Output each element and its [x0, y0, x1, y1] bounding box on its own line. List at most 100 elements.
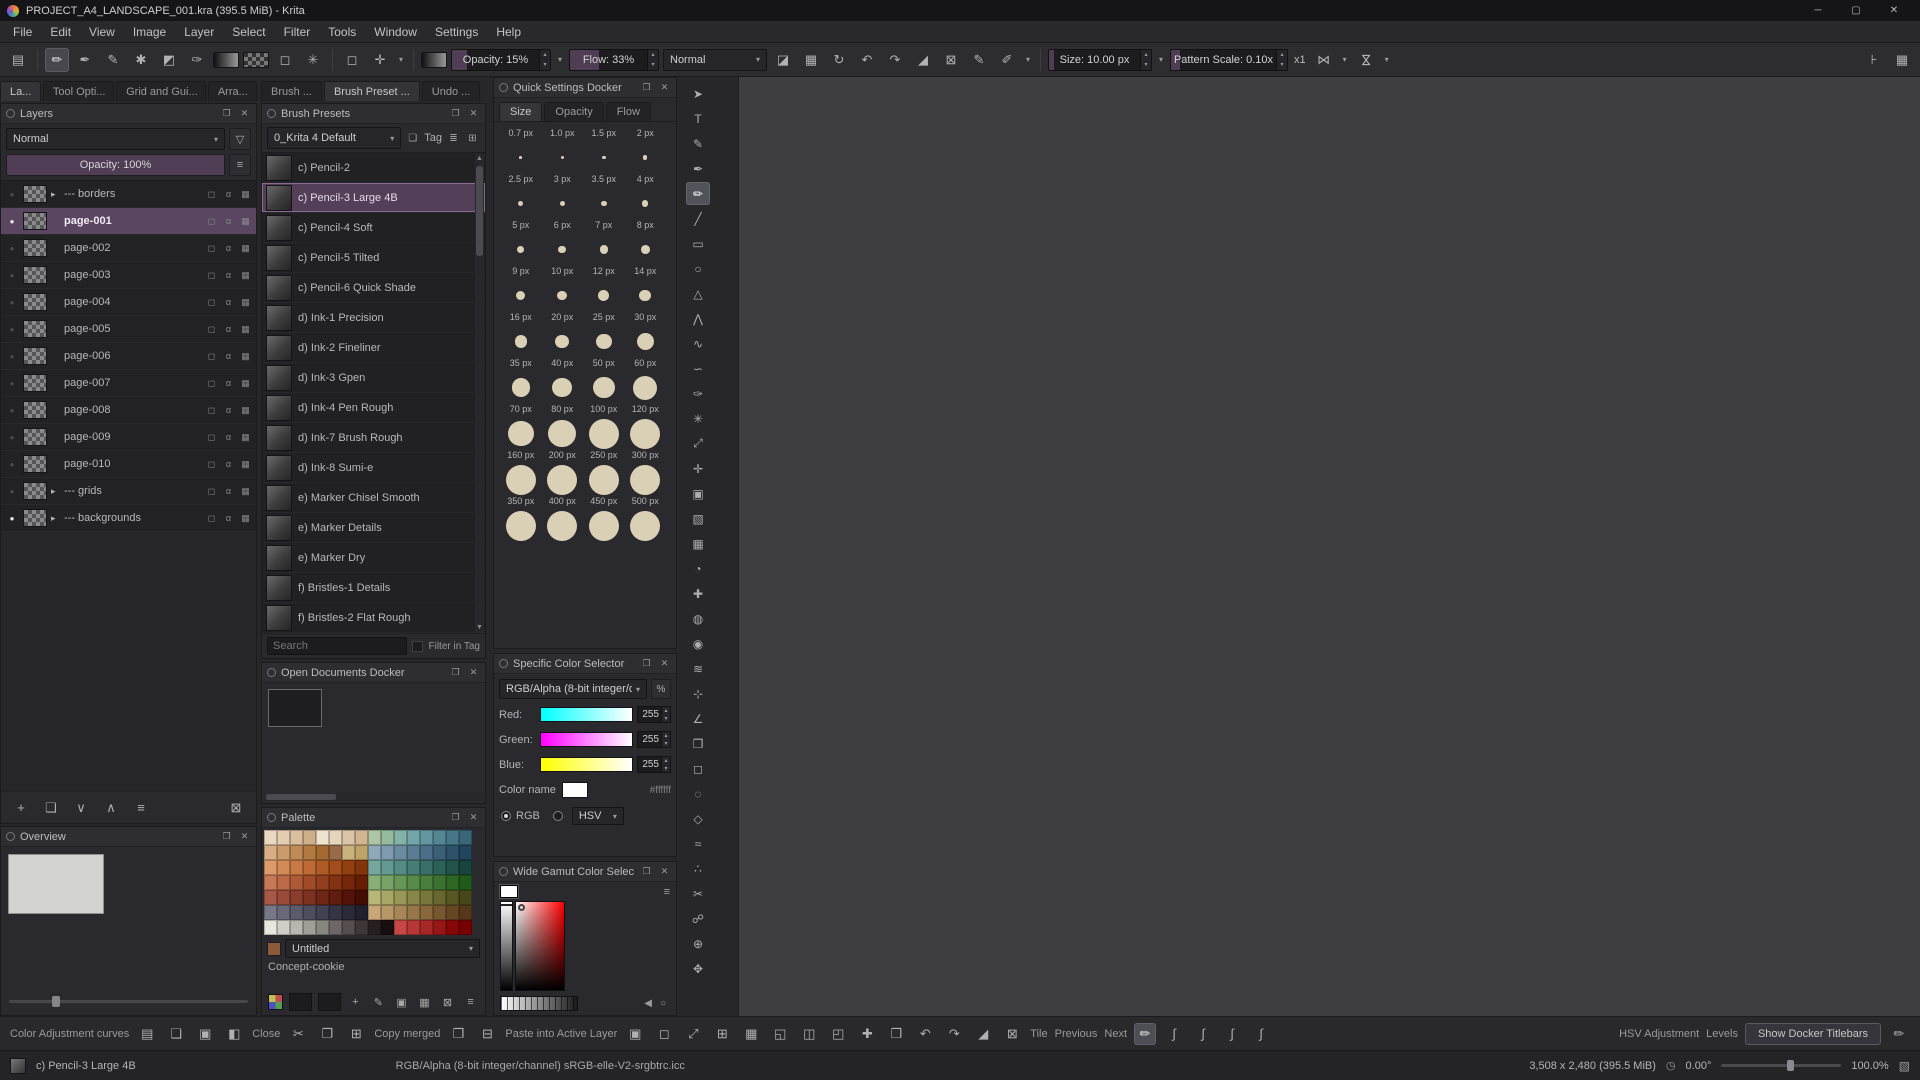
brush-size-option[interactable]: 25 px	[583, 312, 625, 358]
zoom-slider[interactable]	[1721, 1064, 1841, 1067]
visibility-toggle[interactable]: ●	[5, 460, 19, 469]
expand-arrow-icon[interactable]: ▸	[51, 189, 60, 200]
layer-style-icon[interactable]: ▦	[239, 324, 252, 335]
close-docker-icon[interactable]: ✕	[467, 108, 480, 119]
palette-swatch[interactable]	[381, 830, 394, 845]
layer-row[interactable]: ●page-010◻α▦	[1, 451, 256, 478]
freehand-selection-tool[interactable]: ≈	[686, 832, 710, 855]
left-docker-tab-4[interactable]: Arra...	[208, 81, 257, 101]
palette-swatch[interactable]	[459, 875, 472, 890]
visibility-toggle[interactable]: ●	[5, 433, 19, 442]
palette-swatch[interactable]	[316, 875, 329, 890]
elliptical-selection-tool[interactable]: ◌	[686, 782, 710, 805]
brush-size-option[interactable]: 5 px	[500, 220, 542, 266]
palette-swatch[interactable]	[433, 845, 446, 860]
palette-combo-2[interactable]	[318, 993, 341, 1011]
dropdown-caret-icon[interactable]: ▾	[1023, 55, 1033, 64]
zoom-slider-handle[interactable]	[1787, 1060, 1794, 1071]
brush-size-option[interactable]: 16 px	[500, 312, 542, 358]
float-docker-icon[interactable]: ❐	[220, 831, 233, 842]
palette-swatch[interactable]	[264, 860, 277, 875]
brush-size-option[interactable]: 80 px	[542, 404, 584, 450]
brush-size-option[interactable]: 30 px	[625, 312, 667, 358]
move-layer-down-button[interactable]: ∨	[70, 797, 92, 819]
menu-image[interactable]: Image	[124, 23, 175, 41]
layer-blend-mode-dropdown[interactable]: Normal ▾	[6, 128, 225, 150]
palette-swatch[interactable]	[420, 890, 433, 905]
layer-alpha-icon[interactable]: α	[222, 405, 235, 415]
palette-swatch[interactable]	[420, 860, 433, 875]
menu-settings[interactable]: Settings	[426, 23, 487, 41]
brush-size-option[interactable]: 1.5 px	[583, 128, 625, 174]
palette-swatch[interactable]	[394, 920, 407, 935]
list-view-icon[interactable]: ≣	[446, 133, 461, 144]
quick-settings-tab-size[interactable]: Size	[499, 102, 542, 121]
visibility-toggle[interactable]: ●	[5, 406, 19, 415]
hsv-dropdown[interactable]: HSV ▾	[572, 807, 624, 825]
layer-lock-icon[interactable]: ◻	[205, 486, 218, 497]
palette-swatch[interactable]	[329, 875, 342, 890]
palette-swatch[interactable]	[459, 860, 472, 875]
palette-swatch[interactable]	[342, 875, 355, 890]
palette-swatch[interactable]	[316, 890, 329, 905]
layer-filter-icon[interactable]: ▽	[229, 128, 251, 150]
layer-row[interactable]: ●page-004◻α▦	[1, 289, 256, 316]
scrollbar-thumb[interactable]	[476, 166, 483, 256]
overview-zoom-slider[interactable]	[9, 1000, 248, 1003]
brush-size-option[interactable]: 400 px	[542, 496, 584, 542]
grid-view-icon[interactable]: ⊞	[465, 133, 480, 144]
palette-swatch[interactable]	[290, 860, 303, 875]
rectangle-tool[interactable]: ▭	[686, 232, 710, 255]
brush-preset-row[interactable]: c) Pencil-5 Tilted	[262, 243, 485, 273]
select-all-icon[interactable]: ▣	[624, 1023, 646, 1045]
overview-canvas-preview[interactable]	[8, 854, 104, 914]
pan-tool[interactable]: ✥	[686, 957, 710, 980]
open-document-thumbnail[interactable]	[268, 689, 322, 727]
brush-size-option[interactable]: 2.5 px	[500, 174, 542, 220]
layer-lock-icon[interactable]: ◻	[205, 297, 218, 308]
brush-preset-row[interactable]: c) Pencil-3 Large 4B	[262, 183, 485, 213]
float-docker-icon[interactable]: ❐	[449, 812, 462, 823]
palette-swatch[interactable]	[329, 920, 342, 935]
delete-selection-icon[interactable]: ⊠	[939, 48, 963, 72]
layer-style-icon[interactable]: ▦	[239, 486, 252, 497]
palette-swatch[interactable]	[277, 830, 290, 845]
palette-grid-icon[interactable]	[268, 994, 283, 1010]
brush-size-option[interactable]: 60 px	[625, 358, 667, 404]
brush-size-option[interactable]: 7 px	[583, 220, 625, 266]
assistants-tool[interactable]: ⊹	[686, 682, 710, 705]
layer-lock-icon[interactable]: ◻	[205, 270, 218, 281]
palette-swatch[interactable]	[446, 830, 459, 845]
docker-pin-icon[interactable]	[6, 109, 15, 118]
layer-row[interactable]: ●page-003◻α▦	[1, 262, 256, 289]
canvas-size-icon[interactable]: ◰	[827, 1023, 849, 1045]
stepper-icon[interactable]: ▴▾	[661, 757, 670, 772]
dynamic-brush-tool[interactable]: ✑	[686, 382, 710, 405]
palette-swatch[interactable]	[355, 875, 368, 890]
smoothing-stabilizer-icon[interactable]: ∫	[1250, 1023, 1272, 1045]
brush-size-option[interactable]: 350 px	[500, 496, 542, 542]
docker-pin-icon[interactable]	[499, 83, 508, 92]
measure-tool[interactable]: ∠	[686, 707, 710, 730]
brush-size-option[interactable]: 2 px	[625, 128, 667, 174]
menu-file[interactable]: File	[4, 23, 41, 41]
palette-swatch[interactable]	[277, 860, 290, 875]
tile-label[interactable]: Tile	[1030, 1028, 1047, 1040]
layer-row[interactable]: ●▸--- grids◻α▦	[1, 478, 256, 505]
brush-size-option[interactable]: 250 px	[583, 450, 625, 496]
palette-swatch[interactable]	[316, 920, 329, 935]
palette-view-button[interactable]: ▦	[416, 993, 433, 1011]
palette-swatch[interactable]	[381, 905, 394, 920]
mid-docker-tab-1[interactable]: Brush ...	[261, 81, 322, 101]
brush-size-option[interactable]: 8 px	[625, 220, 667, 266]
palette-swatch[interactable]	[407, 890, 420, 905]
close-docker-icon[interactable]: ✕	[467, 667, 480, 678]
bezier-curve-tool[interactable]: ∿	[686, 332, 710, 355]
layer-lock-icon[interactable]: ◻	[205, 243, 218, 254]
dropdown-caret-icon[interactable]: ▾	[396, 55, 406, 64]
left-docker-tab-1[interactable]: La...	[0, 81, 41, 101]
palette-swatch[interactable]	[420, 920, 433, 935]
polyline-tool[interactable]: ⋀	[686, 307, 710, 330]
brush-search-input[interactable]	[267, 637, 407, 655]
palette-swatch[interactable]	[433, 830, 446, 845]
